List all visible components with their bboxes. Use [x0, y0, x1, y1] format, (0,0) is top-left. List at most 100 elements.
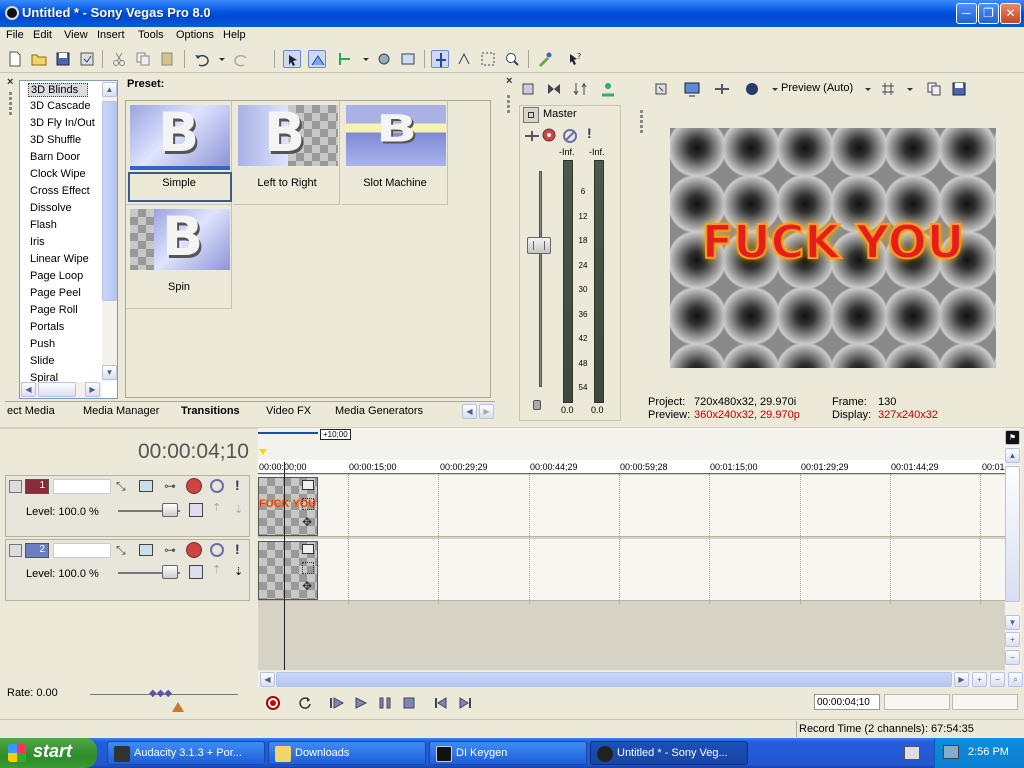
list-item[interactable]: Flash — [30, 219, 57, 231]
master-fader-thumb[interactable] — [527, 237, 551, 254]
list-item[interactable]: Page Roll — [30, 304, 78, 316]
overlays-dropdown-icon[interactable] — [901, 80, 913, 98]
preset-slot-machine[interactable]: B Slot Machine — [342, 101, 448, 205]
hscroll-thumb[interactable] — [38, 382, 76, 397]
zoom-out-time-icon[interactable]: − — [990, 672, 1005, 687]
start-button[interactable]: start — [0, 738, 97, 768]
auto-ripple-icon[interactable] — [375, 50, 393, 68]
clip-crop-icon[interactable] — [302, 498, 314, 510]
zoom-out-track-height-icon[interactable]: − — [1005, 650, 1020, 665]
preset-simple[interactable]: B Simple — [126, 101, 232, 205]
snap-dropdown-icon[interactable] — [357, 50, 369, 68]
master-bus-icon[interactable] — [523, 107, 539, 123]
preview-fx-chain-icon[interactable] — [713, 80, 731, 98]
list-item[interactable]: Slide — [30, 355, 54, 367]
task-sony-vegas[interactable]: Untitled * - Sony Veg... — [590, 741, 748, 765]
network-tray-icon[interactable] — [943, 745, 959, 759]
master-fx-gear-icon[interactable] — [540, 126, 556, 142]
list-item[interactable]: Page Peel — [30, 287, 81, 299]
save-icon[interactable] — [54, 50, 72, 68]
tab-project-media[interactable]: ect Media — [7, 405, 55, 417]
clip-fx-icon[interactable]: ✥ — [302, 516, 314, 528]
undo-icon[interactable] — [193, 50, 211, 68]
close-mixer-icon[interactable]: × — [506, 75, 512, 87]
hscroll-right-icon[interactable]: ▶ — [954, 672, 969, 687]
track-1-header[interactable]: 1 ⤡ ⊶ ! Level: 100.0 % ⇡ ⇣ — [5, 475, 250, 537]
track-2-lane[interactable] — [258, 539, 1006, 601]
playhead-marker-icon[interactable] — [259, 449, 267, 455]
tab-transitions[interactable]: Transitions — [181, 405, 240, 417]
vscroll-thumb[interactable] — [1005, 466, 1020, 602]
track-1-lane[interactable] — [258, 475, 1006, 537]
transport-time-field[interactable]: 00:00:04;10 — [814, 694, 880, 710]
marker-flag-icon[interactable]: ⚑ — [1005, 430, 1020, 445]
selection-end-field[interactable] — [884, 694, 950, 710]
track-minimize-icon[interactable] — [9, 480, 22, 493]
preview-quality-dropdown-icon[interactable] — [859, 80, 871, 98]
timeline-vscrollbar[interactable]: ⚑ ▲ ▼ + − — [1005, 428, 1021, 672]
track-move-up-icon[interactable]: ⇡ — [212, 501, 221, 514]
zoom-tool-icon[interactable] — [503, 50, 521, 68]
list-item[interactable]: 3D Shuffle — [30, 134, 81, 146]
hscroll-thumb[interactable] — [276, 672, 952, 687]
hscroll-left-icon[interactable]: ◀ — [260, 672, 275, 687]
dock-grip[interactable] — [640, 110, 643, 135]
transitions-list-hscrollbar[interactable]: ◀ ▶ — [20, 382, 102, 398]
envelope-tool-icon[interactable] — [308, 50, 326, 68]
play-icon[interactable] — [353, 695, 369, 711]
split-icon[interactable] — [455, 50, 473, 68]
zoom-in-time-icon[interactable]: + — [972, 672, 987, 687]
menu-edit[interactable]: Edit — [33, 29, 52, 41]
snap-icon[interactable] — [336, 50, 354, 68]
clip-pan-crop-icon[interactable] — [302, 480, 314, 490]
preset-left-to-right[interactable]: B Left to Right — [234, 101, 340, 205]
open-folder-icon[interactable] — [30, 50, 48, 68]
track-fx-chain-icon[interactable]: ⊶ — [164, 543, 180, 557]
track-motion-icon[interactable]: ⤡ — [116, 543, 130, 557]
track-move-down-icon[interactable]: ⇣ — [234, 503, 243, 516]
external-monitor-icon[interactable] — [683, 80, 701, 98]
tab-scroll-left-icon[interactable]: ◀ — [462, 404, 477, 419]
clip-fx-icon[interactable]: ✥ — [302, 580, 314, 592]
task-downloads[interactable]: Downloads — [268, 741, 426, 765]
record-icon[interactable] — [265, 695, 281, 711]
title-bar[interactable]: Untitled * - Sony Vegas Pro 8.0 ─ ❐ ✕ — [0, 0, 1024, 27]
tab-media-generators[interactable]: Media Generators — [335, 405, 423, 417]
track-solo-icon[interactable]: ! — [235, 541, 240, 557]
list-item[interactable]: Portals — [30, 321, 64, 333]
list-item[interactable]: Cross Effect — [30, 185, 90, 197]
list-item[interactable]: Clock Wipe — [30, 168, 86, 180]
track-fx-chain-icon[interactable]: ⊶ — [164, 479, 180, 493]
go-to-start-icon[interactable] — [433, 695, 449, 711]
track-move-down-icon[interactable]: ⇣ — [234, 565, 243, 578]
list-item[interactable]: Dissolve — [30, 202, 72, 214]
overlays-grid-icon[interactable] — [879, 80, 897, 98]
master-solo-icon[interactable]: ! — [587, 125, 592, 141]
menu-options[interactable]: Options — [176, 29, 214, 41]
whats-this-help-icon[interactable]: ? — [566, 50, 584, 68]
task-di-keygen[interactable]: DI Keygen — [429, 741, 587, 765]
list-item[interactable]: 3D Cascade — [30, 100, 91, 112]
master-mute-icon[interactable] — [561, 127, 577, 143]
list-item[interactable]: 3D Blinds — [28, 83, 88, 97]
menu-file[interactable]: File — [6, 29, 24, 41]
trim-icon[interactable] — [431, 50, 449, 68]
transitions-list-scrollbar[interactable]: ▲ ▼ — [102, 81, 117, 381]
vscroll-down-icon[interactable]: ▼ — [1005, 615, 1020, 630]
media-fx-icon[interactable] — [536, 50, 554, 68]
tab-scroll-right-icon[interactable]: ▶ — [479, 404, 494, 419]
timeline-hscrollbar[interactable]: ◀ ▶ + − ⌕ — [258, 671, 1024, 687]
menu-view[interactable]: View — [64, 29, 88, 41]
composite-mode-icon[interactable] — [139, 544, 153, 556]
mixer-fx-icon[interactable] — [599, 80, 617, 98]
list-item[interactable]: 3D Fly In/Out — [30, 117, 95, 129]
preview-properties-icon[interactable] — [652, 80, 670, 98]
track-name-input[interactable] — [53, 543, 111, 558]
close-window-docking-icon[interactable]: × — [7, 76, 13, 88]
track-expand-icon[interactable] — [189, 503, 203, 517]
track-fx-icon[interactable] — [186, 478, 202, 494]
new-file-icon[interactable] — [6, 50, 24, 68]
list-item[interactable]: Page Loop — [30, 270, 83, 282]
loop-region-bar[interactable] — [258, 432, 318, 434]
zoom-tool-small-icon[interactable]: ⌕ — [1008, 672, 1023, 687]
